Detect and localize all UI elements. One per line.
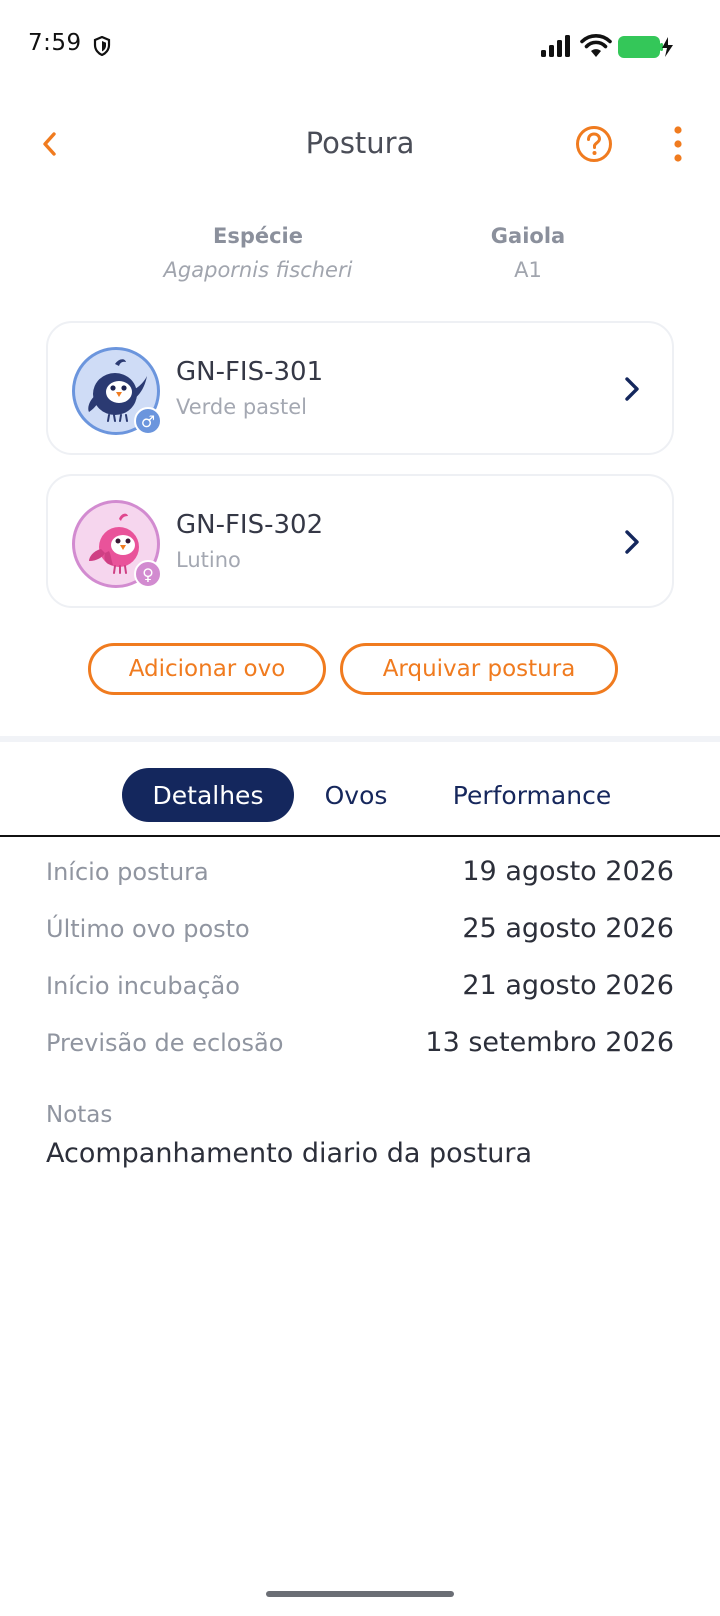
status-time: 7:59 bbox=[28, 30, 82, 56]
tabs-underline bbox=[0, 835, 720, 837]
add-egg-button[interactable]: Adicionar ovo bbox=[88, 643, 326, 695]
detail-label: Previsão de eclosão bbox=[46, 1029, 284, 1057]
bird-color-mutation: Lutino bbox=[176, 548, 241, 572]
app-header: Postura bbox=[0, 110, 720, 180]
detail-row-incubation-start: Início incubação 21 agosto 2026 bbox=[46, 970, 674, 1027]
species-label: Espécie bbox=[212, 224, 303, 248]
detail-value: 13 setembro 2026 bbox=[425, 1027, 674, 1058]
detail-label: Início postura bbox=[46, 858, 209, 886]
detail-row-laying-start: Início postura 19 agosto 2026 bbox=[46, 856, 674, 913]
detail-value: 25 agosto 2026 bbox=[462, 913, 674, 944]
cage-info: Gaiola A1 bbox=[468, 224, 588, 282]
species-info: Espécie Agapornis fischeri bbox=[138, 224, 378, 282]
shield-icon bbox=[93, 36, 111, 56]
tab-eggs[interactable]: Ovos bbox=[310, 768, 402, 822]
tab-bar: Detalhes Ovos Performance bbox=[0, 768, 720, 828]
wifi-icon bbox=[580, 34, 612, 57]
detail-row-hatch-forecast: Previsão de eclosão 13 setembro 2026 bbox=[46, 1027, 674, 1084]
bird-ring-id: GN-FIS-301 bbox=[176, 357, 324, 387]
battery-charging-icon bbox=[618, 36, 673, 58]
help-icon[interactable] bbox=[574, 124, 614, 164]
notes-label: Notas bbox=[46, 1102, 113, 1128]
home-indicator[interactable] bbox=[266, 1591, 454, 1597]
more-vertical-icon[interactable] bbox=[664, 124, 692, 164]
archive-clutch-button[interactable]: Arquivar postura bbox=[340, 643, 618, 695]
notes-text: Acompanhamento diario da postura bbox=[46, 1138, 533, 1169]
chevron-right-icon bbox=[625, 377, 639, 401]
bird-color-mutation: Verde pastel bbox=[176, 395, 307, 419]
male-sex-icon: ♂ bbox=[134, 407, 162, 435]
bird-card-female[interactable]: ♀ GN-FIS-302 Lutino bbox=[46, 474, 674, 608]
detail-label: Último ovo posto bbox=[46, 915, 250, 943]
detail-value: 21 agosto 2026 bbox=[462, 970, 674, 1001]
detail-value: 19 agosto 2026 bbox=[462, 856, 674, 887]
tab-performance[interactable]: Performance bbox=[430, 768, 634, 822]
status-bar: 7:59 bbox=[0, 0, 720, 96]
detail-row-last-egg: Último ovo posto 25 agosto 2026 bbox=[46, 913, 674, 970]
tab-details[interactable]: Detalhes bbox=[122, 768, 294, 822]
details-list: Início postura 19 agosto 2026 Último ovo… bbox=[46, 856, 674, 1084]
bird-card-male[interactable]: ♂ GN-FIS-301 Verde pastel bbox=[46, 321, 674, 455]
bird-ring-id: GN-FIS-302 bbox=[176, 510, 324, 540]
signal-icon bbox=[541, 35, 570, 57]
chevron-right-icon bbox=[625, 530, 639, 554]
cage-label: Gaiola bbox=[490, 224, 566, 248]
species-value: Agapornis fischeri bbox=[163, 258, 353, 282]
female-sex-icon: ♀ bbox=[134, 560, 162, 588]
cage-value: A1 bbox=[514, 258, 542, 282]
section-divider bbox=[0, 736, 720, 742]
detail-label: Início incubação bbox=[46, 972, 240, 1000]
